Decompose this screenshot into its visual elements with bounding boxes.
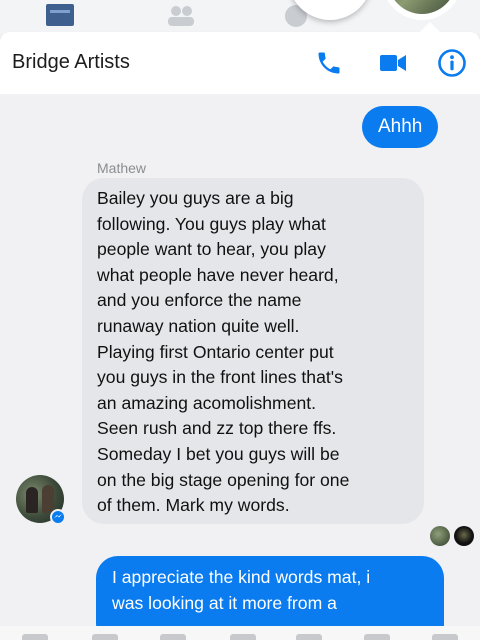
message-line: on the big stage opening for one <box>97 469 350 490</box>
conversation-header: Bridge Artists <box>0 32 480 94</box>
camera-icon[interactable] <box>22 634 48 640</box>
sticker-icon[interactable] <box>160 634 186 640</box>
avatar-photo-figure <box>42 485 54 513</box>
info-icon <box>438 49 466 77</box>
people-tab-icon[interactable] <box>166 4 196 26</box>
message-line: Bailey you guys are a big <box>97 188 294 208</box>
outgoing-message-bubble[interactable]: Ahhh <box>362 106 439 148</box>
gallery-icon[interactable] <box>92 634 118 640</box>
chat-head-photo <box>388 0 456 14</box>
message-line: and you enforce the name <box>97 290 302 311</box>
microphone-icon[interactable] <box>364 634 390 640</box>
message-line: you guys in the front lines that's <box>97 367 343 388</box>
more-icon[interactable] <box>432 634 458 640</box>
message-line: following. You guys play what <box>97 213 326 234</box>
seen-by-avatar <box>454 526 474 546</box>
sender-name: Mathew <box>97 160 147 176</box>
seen-by-avatar <box>430 526 450 546</box>
incoming-message-bubble[interactable]: Bailey you guys are a big following. You… <box>82 178 424 524</box>
message-line: Playing first Ontario center put <box>97 341 334 362</box>
video-call-button[interactable] <box>377 47 409 79</box>
emoji-icon[interactable] <box>296 634 322 640</box>
inbox-tab-icon[interactable] <box>44 4 76 26</box>
message-line: people want to hear, you play <box>97 239 326 260</box>
message-line: runaway nation quite well. <box>97 315 300 336</box>
messenger-badge-icon <box>50 509 66 525</box>
phone-icon <box>318 52 340 74</box>
message-line: an amazing acomolishment. <box>97 392 317 413</box>
video-camera-icon <box>380 55 406 71</box>
gif-icon[interactable] <box>230 634 256 640</box>
composer-bar <box>0 626 480 640</box>
message-line: Seen rush and zz top there ffs. <box>97 418 337 439</box>
message-thread[interactable]: Ahhh Mathew Bailey you guys are a big fo… <box>0 94 480 640</box>
message-line: Someday I bet you guys will be <box>97 443 340 464</box>
voice-call-button[interactable] <box>313 47 345 79</box>
avatar-photo-figure <box>26 487 38 513</box>
message-line: was looking at it more from a <box>112 592 337 613</box>
sender-avatar[interactable] <box>16 475 66 525</box>
message-line: I appreciate the kind words mat, i <box>112 567 371 587</box>
message-line: what people have never heard, <box>97 264 339 285</box>
message-line: of them. Mark my words. <box>97 495 290 516</box>
chat-head-pointer <box>420 22 440 32</box>
conversation-info-button[interactable] <box>436 47 468 79</box>
conversation-title[interactable]: Bridge Artists <box>12 51 130 74</box>
